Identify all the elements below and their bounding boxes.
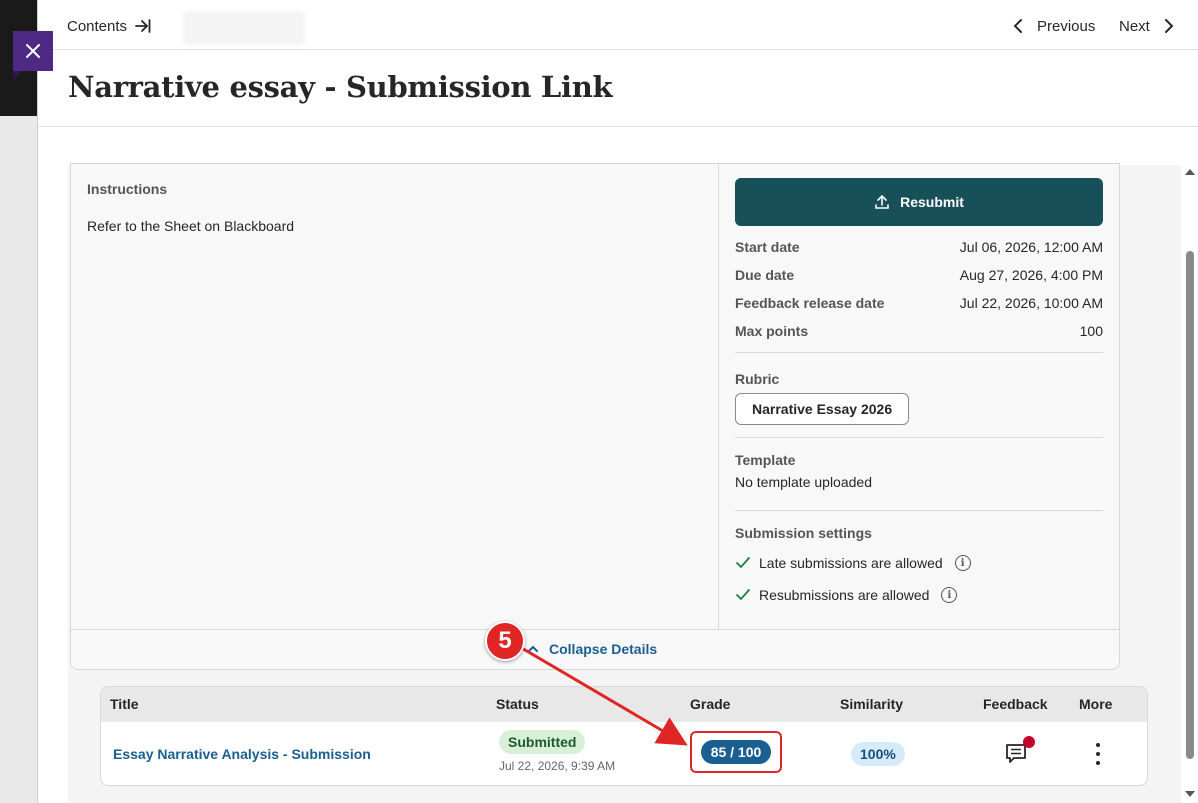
grade-highlight-box: 85 / 100 (690, 731, 782, 773)
resubmit-button[interactable]: Resubmit (735, 178, 1103, 226)
previous-label: Previous (1037, 17, 1096, 35)
status-badge: Submitted (499, 730, 586, 754)
more-dot (1096, 761, 1100, 765)
submission-title-link[interactable]: Essay Narrative Analysis - Submission (113, 746, 371, 762)
step-number-badge: 5 (485, 621, 525, 661)
submission-settings-section: Submission settings Late submissions are… (735, 511, 1103, 605)
details-sidebar: Resubmit Start date Jul 06, 2026, 12:00 … (735, 178, 1103, 605)
header-more: More (1079, 696, 1113, 712)
resubmit-label: Resubmit (900, 194, 964, 210)
more-dot (1096, 743, 1100, 747)
notification-dot (1023, 736, 1035, 748)
setting-late-submissions: Late submissions are allowed i (735, 553, 1103, 573)
contents-button[interactable]: Contents (67, 15, 151, 37)
meta-feedback-release-date: Feedback release date Jul 22, 2026, 10:0… (735, 295, 1103, 311)
table-header: Title Status Grade Similarity Feedback M… (101, 687, 1147, 722)
title-bar: Narrative essay - Submission Link (38, 50, 1198, 127)
background-course-page (0, 0, 38, 803)
instructions-text: Refer to the Sheet on Blackboard (87, 218, 295, 234)
upload-icon (875, 194, 889, 209)
next-button[interactable]: Next (1119, 15, 1174, 37)
rubric-button[interactable]: Narrative Essay 2026 (735, 393, 910, 425)
vertical-scrollbar[interactable] (1181, 165, 1198, 803)
collapse-details-button[interactable]: Collapse Details (527, 641, 657, 657)
submission-settings-label: Submission settings (735, 525, 872, 541)
info-icon[interactable]: i (941, 587, 958, 603)
more-dot (1096, 752, 1100, 756)
feedback-button[interactable] (1005, 736, 1035, 764)
scroll-up-arrow[interactable] (1185, 169, 1195, 175)
instructions-section: Instructions Refer to the Sheet on Black… (71, 164, 719, 629)
rubric-section: Rubric Narrative Essay 2026 (735, 353, 1103, 438)
check-icon (736, 589, 750, 601)
template-label: Template (735, 452, 796, 468)
contents-label: Contents (67, 17, 128, 35)
chevron-left-icon (1013, 19, 1022, 33)
scroll-thumb[interactable] (1186, 251, 1194, 759)
redacted-chip (183, 11, 305, 45)
template-value: No template uploaded (735, 474, 872, 490)
top-navigation-bar: Contents Previous Next (38, 0, 1198, 50)
similarity-pill[interactable]: 100% (851, 742, 905, 766)
chevron-right-icon (1164, 19, 1174, 33)
submission-panel: Contents Previous Next Narrative essay -… (37, 0, 1198, 803)
rubric-label: Rubric (735, 371, 780, 387)
template-section: Template No template uploaded (735, 438, 1103, 511)
info-icon[interactable]: i (954, 555, 971, 571)
collapse-details-label: Collapse Details (549, 641, 658, 657)
close-panel-button[interactable] (13, 31, 53, 81)
table-row: Essay Narrative Analysis - Submission Su… (101, 722, 1147, 785)
header-status: Status (496, 696, 539, 712)
collapse-bar: Collapse Details (71, 629, 1119, 669)
next-label: Next (1119, 17, 1150, 35)
expand-right-icon (135, 19, 151, 33)
header-similarity: Similarity (840, 696, 904, 712)
close-icon (26, 44, 40, 58)
header-feedback: Feedback (983, 696, 1048, 712)
meta-start-date: Start date Jul 06, 2026, 12:00 AM (735, 239, 1103, 255)
check-icon (736, 557, 750, 569)
grade-pill[interactable]: 85 / 100 (700, 740, 772, 764)
more-options-button[interactable] (1091, 743, 1105, 765)
header-grade: Grade (690, 696, 731, 712)
meta-list: Start date Jul 06, 2026, 12:00 AM Due da… (735, 233, 1103, 353)
page-title: Narrative essay - Submission Link (68, 70, 613, 104)
instructions-label: Instructions (87, 181, 168, 197)
meta-due-date: Due date Aug 27, 2026, 4:00 PM (735, 267, 1103, 283)
chevron-up-icon (528, 645, 538, 652)
submissions-table: Title Status Grade Similarity Feedback M… (100, 686, 1148, 786)
scroll-down-arrow[interactable] (1185, 791, 1195, 797)
header-title: Title (110, 696, 139, 712)
previous-button[interactable]: Previous (1013, 15, 1095, 37)
status-date: Jul 22, 2026, 9:39 AM (499, 759, 616, 773)
details-card: Instructions Refer to the Sheet on Black… (70, 163, 1120, 670)
meta-max-points: Max points 100 (735, 323, 1103, 339)
setting-resubmissions: Resubmissions are allowed i (735, 585, 1103, 605)
